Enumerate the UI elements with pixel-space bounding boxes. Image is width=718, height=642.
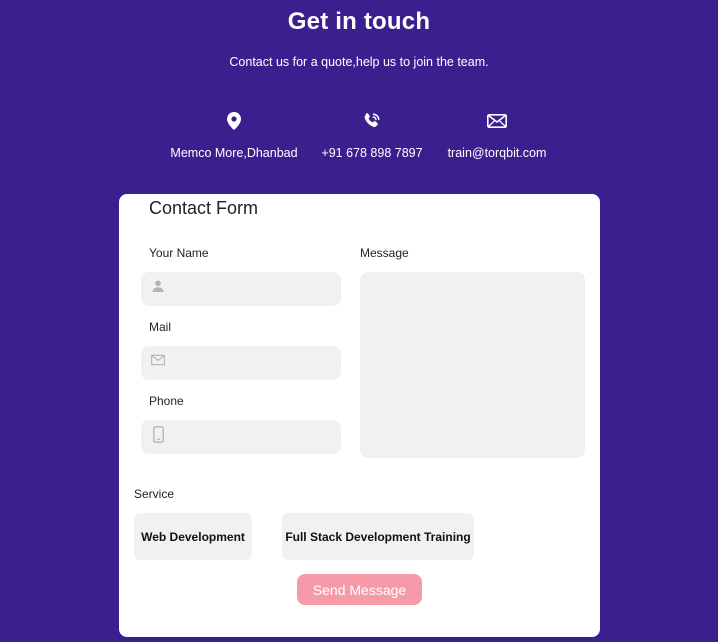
page-subtitle: Contact us for a quote,help us to join t… — [229, 55, 489, 69]
phone-label: Phone — [149, 394, 184, 408]
contact-form-card: Contact Form Your Name Mail Phone Messag… — [119, 194, 600, 637]
location-pin-icon — [154, 108, 314, 134]
your-name-input[interactable] — [173, 271, 341, 307]
page-title: Get in touch — [287, 8, 431, 35]
mail-field[interactable] — [141, 345, 341, 381]
mail-input[interactable] — [173, 345, 341, 381]
service-label: Service — [134, 487, 175, 501]
send-message-button[interactable]: Send Message — [297, 574, 422, 605]
contact-email: train@torqbit.com — [417, 108, 577, 160]
phone-field[interactable] — [141, 419, 341, 455]
mail-label: Mail — [149, 320, 172, 334]
contact-email-text: train@torqbit.com — [447, 146, 547, 160]
phone-input[interactable] — [173, 419, 341, 455]
message-label: Message — [360, 246, 409, 260]
service-option-full-stack-training[interactable]: Full Stack Development Training — [282, 513, 474, 560]
form-title: Contact Form — [149, 198, 259, 218]
contact-address-text: Memco More,Dhanbad — [170, 146, 298, 160]
envelope-icon — [151, 354, 165, 366]
your-name-label: Your Name — [149, 246, 209, 260]
envelope-icon — [417, 108, 577, 134]
service-option-web-development[interactable]: Web Development — [134, 513, 252, 560]
user-icon — [151, 280, 165, 292]
mobile-phone-icon — [151, 425, 165, 443]
contact-address: Memco More,Dhanbad — [154, 108, 314, 160]
your-name-field[interactable] — [141, 271, 341, 307]
message-textarea[interactable] — [360, 272, 585, 458]
